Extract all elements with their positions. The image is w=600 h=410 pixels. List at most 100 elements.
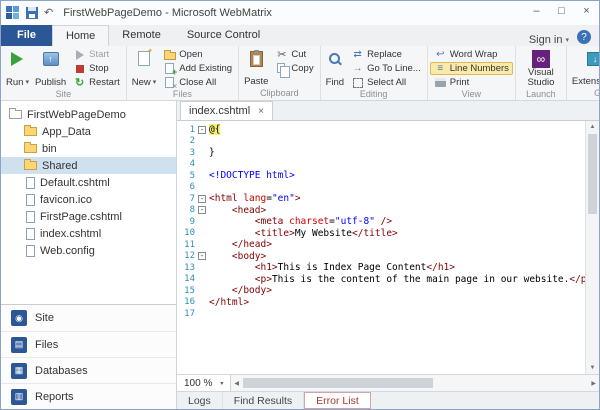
word-wrap-button[interactable]: Word Wrap [430,48,513,61]
scroll-right-icon[interactable]: ▶ [591,380,596,387]
code-line-7: 7-<html lang="en"> [177,193,585,205]
zoom-value: 100 % [184,378,212,389]
chevron-down-icon: ▾ [565,36,569,44]
chevron-down-icon: ▾ [220,380,223,387]
extensions-button[interactable]: Extensions [569,47,599,88]
vertical-scrollbar[interactable]: ▲ ▼ [585,121,599,374]
print-icon [435,78,446,87]
open-button[interactable]: Open [159,48,236,61]
fold-toggle-icon[interactable]: - [198,252,206,260]
workspace-label: Site [35,312,54,324]
scrollbar-thumb[interactable] [243,378,433,388]
replace-button[interactable]: Replace [347,48,425,61]
cut-button[interactable]: Cut [271,48,317,61]
fold-toggle-icon[interactable]: - [198,206,206,214]
publish-button[interactable]: Publish [32,47,69,89]
line-number: 2 [177,136,195,146]
tree-item-index-cshtml[interactable]: index.cshtml [1,225,176,242]
tab-remote[interactable]: Remote [109,25,174,46]
tree-item-label: favicon.ico [40,194,92,206]
ribbon-group-launch: Visual Studio Launch [516,46,567,100]
code-line-10: 10 <title>My Website</title> [177,228,585,240]
code-line-1: 1-@{ [177,124,585,136]
line-number: 12 [177,251,195,261]
paste-button[interactable]: Paste [241,47,271,88]
print-button[interactable]: Print [430,76,513,89]
bottom-tab-logs[interactable]: Logs [177,392,223,409]
group-label-site: Site [3,89,124,100]
go-to-line-button[interactable]: Go To Line... [347,62,425,75]
tree-item-web-config[interactable]: Web.config [1,242,176,259]
tree-item-label: bin [42,143,57,155]
line-number: 3 [177,148,195,158]
tree-item-default-cshtml[interactable]: Default.cshtml [1,174,176,191]
scrollbar-thumb[interactable] [588,134,597,214]
word-wrap-icon [434,49,447,61]
save-icon[interactable] [26,7,38,19]
databases-icon: ▦ [11,363,27,379]
start-button[interactable]: Start [69,48,124,61]
tree-item-favicon-ico[interactable]: favicon.ico [1,191,176,208]
zoom-control[interactable]: 100 % ▾ [177,375,231,391]
sign-in-link[interactable]: Sign in▾ [529,34,569,46]
file-tree: FirstWebPageDemoApp_Databin SharedDefault… [1,101,176,304]
ribbon-group-view: Word Wrap Line Numbers Print View [428,46,516,100]
bottom-tab-find-results[interactable]: Find Results [223,392,304,409]
workspace-reports[interactable]: ▥Reports [1,383,176,409]
code-line-5: 5<!DOCTYPE html> [177,170,585,182]
open-folder-icon [164,52,176,60]
select-all-button[interactable]: Select All [347,76,425,89]
group-label-clipboard: Clipboard [241,88,317,100]
tree-item-shared[interactable]: Shared [1,157,176,174]
tab-close-icon[interactable]: × [258,106,264,117]
tab-home[interactable]: Home [52,25,109,46]
close-button[interactable]: × [574,1,599,20]
tree-item-label: Web.config [40,245,95,257]
select-all-icon [351,77,364,89]
tab-file[interactable]: File [1,25,52,46]
tab-source-control[interactable]: Source Control [174,25,273,46]
fold-toggle-icon[interactable]: - [198,195,206,203]
line-number: 7 [177,194,195,204]
visual-studio-button[interactable]: Visual Studio [518,47,564,89]
workspace-databases[interactable]: ▦Databases [1,357,176,383]
add-file-icon [165,63,174,74]
stop-button[interactable]: Stop [69,62,124,75]
scroll-up-icon[interactable]: ▲ [590,122,596,132]
tree-item-firstpage-cshtml[interactable]: FirstPage.cshtml [1,208,176,225]
line-numbers-icon [434,63,447,75]
bottom-tab-error-list[interactable]: Error List [304,392,371,409]
scroll-left-icon[interactable]: ◀ [234,380,239,387]
undo-icon[interactable]: ↶ [44,7,53,19]
editor: index.cshtml × 1-@{23}45<!DOCTYPE html>6… [177,101,599,409]
run-button[interactable]: Run▾ [3,47,32,89]
horizontal-scrollbar[interactable]: ◀ ▶ [231,375,599,391]
find-button[interactable]: Find [323,47,347,89]
restart-button[interactable]: ↻Restart [69,76,124,89]
copy-icon [277,63,285,73]
window-title: FirstWebPageDemo - Microsoft WebMatrix [63,7,272,19]
close-all-button[interactable]: Close All [159,76,236,89]
workspace-files[interactable]: ▤Files [1,331,176,357]
new-button[interactable]: New▾ [129,47,160,89]
add-existing-button[interactable]: Add Existing [159,62,236,75]
tree-item-app-data[interactable]: App_Data [1,123,176,140]
code-area[interactable]: 1-@{23}45<!DOCTYPE html>67-<html lang="e… [177,121,585,374]
line-numbers-button[interactable]: Line Numbers [430,62,513,75]
tree-item-label: FirstPage.cshtml [40,211,122,223]
group-label-view: View [430,89,513,100]
file-icon [26,194,35,206]
folder-icon [24,161,37,170]
paste-icon [250,51,263,67]
workspace-site[interactable]: ◉Site [1,305,176,331]
help-icon[interactable]: ? [577,30,591,44]
maximize-button[interactable]: □ [549,1,574,20]
minimize-button[interactable]: – [524,1,549,20]
tree-item-bin[interactable]: bin [1,140,176,157]
tree-item-firstwebpagedemo[interactable]: FirstWebPageDemo [1,106,176,123]
code-line-3: 3} [177,147,585,159]
scroll-down-icon[interactable]: ▼ [590,363,596,373]
editor-tab-index-cshtml[interactable]: index.cshtml × [180,101,273,120]
fold-toggle-icon[interactable]: - [198,126,206,134]
copy-button[interactable]: Copy [271,62,317,75]
